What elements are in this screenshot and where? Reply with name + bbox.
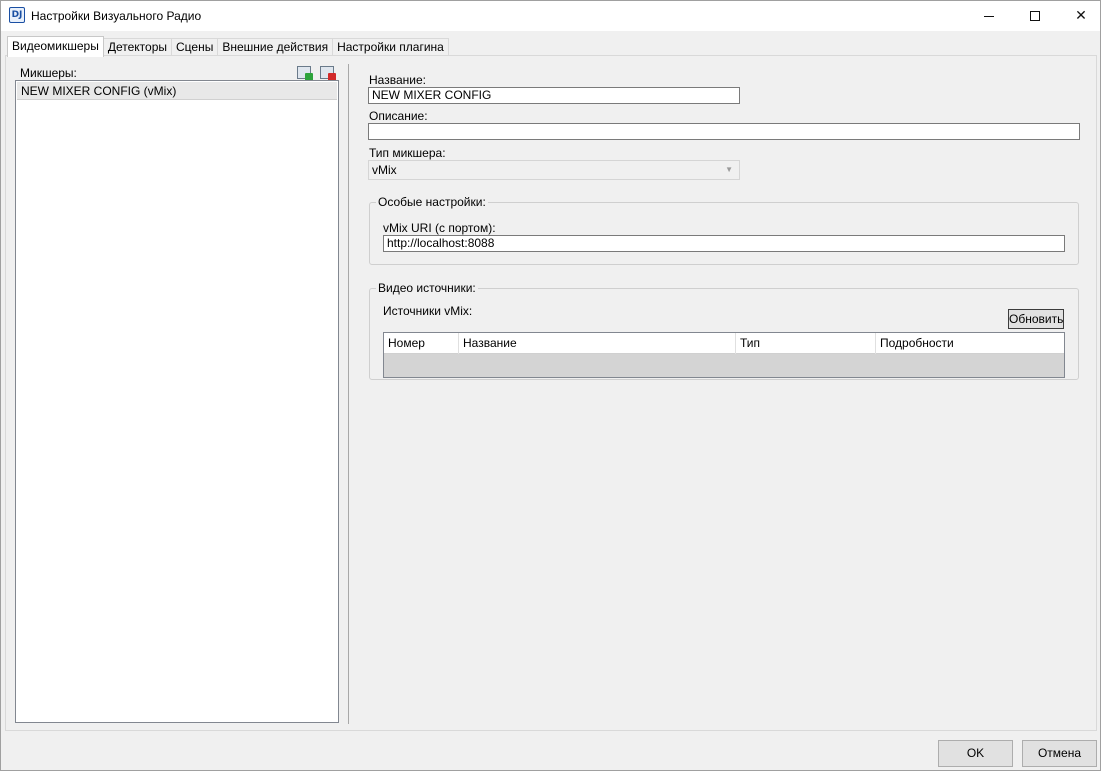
maximize-icon bbox=[1030, 11, 1040, 21]
tab-video-mixers[interactable]: Видеомикшеры bbox=[7, 36, 104, 57]
video-sources-group: Видео источники: Источники vMix: Обновит… bbox=[369, 281, 1079, 380]
tab-strip: Видеомикшеры Детекторы Сцены Внешние дей… bbox=[7, 36, 449, 57]
column-header-type[interactable]: Тип bbox=[736, 333, 876, 354]
settings-window: DJ Настройки Визуального Радио ✕ Видеоми… bbox=[0, 0, 1101, 771]
app-icon: DJ bbox=[9, 7, 25, 23]
mixers-list[interactable]: NEW MIXER CONFIG (vMix) bbox=[15, 80, 339, 723]
maximize-button[interactable] bbox=[1012, 1, 1058, 31]
name-label: Название: bbox=[369, 73, 426, 87]
column-header-name[interactable]: Название bbox=[459, 333, 736, 354]
window-title: Настройки Визуального Радио bbox=[31, 9, 202, 23]
vmix-uri-field[interactable]: http://localhost:8088 bbox=[383, 235, 1065, 252]
description-label: Описание: bbox=[369, 109, 428, 123]
tab-scenes[interactable]: Сцены bbox=[171, 38, 219, 56]
delete-mixer-icon[interactable] bbox=[320, 66, 336, 81]
column-header-details[interactable]: Подробности bbox=[876, 333, 1064, 354]
sources-table[interactable]: Номер Название Тип Подробности bbox=[383, 332, 1065, 378]
video-sources-title: Видео источники: bbox=[376, 281, 478, 295]
special-settings-title: Особые настройки: bbox=[376, 195, 488, 209]
table-header: Номер Название Тип Подробности bbox=[384, 333, 1064, 354]
mixer-type-value: vMix bbox=[372, 163, 397, 177]
mixers-label: Микшеры: bbox=[20, 66, 77, 80]
tab-detectors[interactable]: Детекторы bbox=[102, 38, 173, 56]
ok-button[interactable]: OK bbox=[938, 740, 1013, 767]
special-settings-group: Особые настройки: vMix URI (с портом): h… bbox=[369, 195, 1079, 265]
tab-plugin-settings[interactable]: Настройки плагина bbox=[332, 38, 449, 56]
column-header-number[interactable]: Номер bbox=[384, 333, 459, 354]
mixer-type-select[interactable]: vMix ▼ bbox=[368, 160, 740, 180]
minimize-icon bbox=[984, 15, 994, 17]
name-field[interactable]: NEW MIXER CONFIG bbox=[368, 87, 740, 104]
mixer-type-label: Тип микшера: bbox=[369, 146, 446, 160]
cancel-button[interactable]: Отмена bbox=[1022, 740, 1097, 767]
close-button[interactable]: ✕ bbox=[1058, 1, 1101, 31]
close-icon: ✕ bbox=[1075, 8, 1087, 24]
refresh-button[interactable]: Обновить bbox=[1008, 309, 1064, 329]
table-body bbox=[384, 354, 1064, 377]
description-field[interactable] bbox=[368, 123, 1080, 140]
list-item[interactable]: NEW MIXER CONFIG (vMix) bbox=[17, 82, 337, 100]
vmix-uri-label: vMix URI (с портом): bbox=[383, 221, 496, 235]
splitter[interactable] bbox=[348, 64, 349, 724]
tab-page-video-mixers: Микшеры: NEW MIXER CONFIG (vMix) Названи… bbox=[5, 55, 1097, 731]
vmix-sources-label: Источники vMix: bbox=[383, 304, 473, 318]
minimize-button[interactable] bbox=[966, 1, 1012, 31]
add-mixer-icon[interactable] bbox=[297, 66, 313, 81]
title-bar: DJ Настройки Визуального Радио ✕ bbox=[1, 1, 1100, 31]
tab-external-actions[interactable]: Внешние действия bbox=[217, 38, 334, 56]
chevron-down-icon: ▼ bbox=[725, 165, 733, 174]
